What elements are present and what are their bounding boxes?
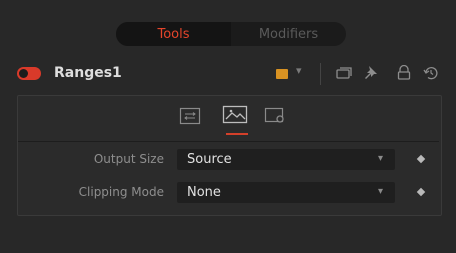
chevron-down-icon: ▾ bbox=[377, 153, 383, 164]
node-name: Ranges1 bbox=[54, 65, 122, 81]
tools-modifiers-tabs: Tools Modifiers bbox=[116, 22, 346, 46]
output-size-label: Output Size bbox=[93, 152, 164, 166]
pin-icon[interactable] bbox=[364, 65, 378, 81]
inspector-panel: Tools Modifiers Ranges1 ▾ Output Size So… bbox=[0, 0, 456, 253]
node-header: Ranges1 ▾ bbox=[0, 56, 456, 92]
clipping-mode-value: None bbox=[187, 185, 221, 200]
clipping-mode-select[interactable]: None ▾ bbox=[177, 182, 395, 203]
settings-icon[interactable] bbox=[264, 107, 286, 125]
active-subtab-indicator bbox=[226, 133, 248, 135]
node-color-swatch[interactable] bbox=[276, 69, 288, 79]
controls-icon[interactable] bbox=[179, 107, 201, 125]
version-icon[interactable] bbox=[336, 66, 352, 80]
toggle-knob bbox=[19, 69, 28, 78]
chevron-down-icon[interactable]: ▾ bbox=[296, 64, 302, 77]
header-divider bbox=[320, 63, 321, 85]
controls-divider bbox=[18, 141, 439, 142]
lock-icon[interactable] bbox=[397, 65, 411, 81]
chevron-down-icon: ▾ bbox=[377, 186, 383, 197]
clipping-mode-label: Clipping Mode bbox=[78, 185, 164, 199]
tab-tools[interactable]: Tools bbox=[116, 22, 231, 46]
image-icon[interactable] bbox=[222, 104, 248, 126]
reset-icon[interactable] bbox=[423, 65, 439, 81]
tab-modifiers[interactable]: Modifiers bbox=[231, 22, 346, 46]
output-size-value: Source bbox=[187, 152, 232, 167]
output-size-select[interactable]: Source ▾ bbox=[177, 149, 395, 170]
